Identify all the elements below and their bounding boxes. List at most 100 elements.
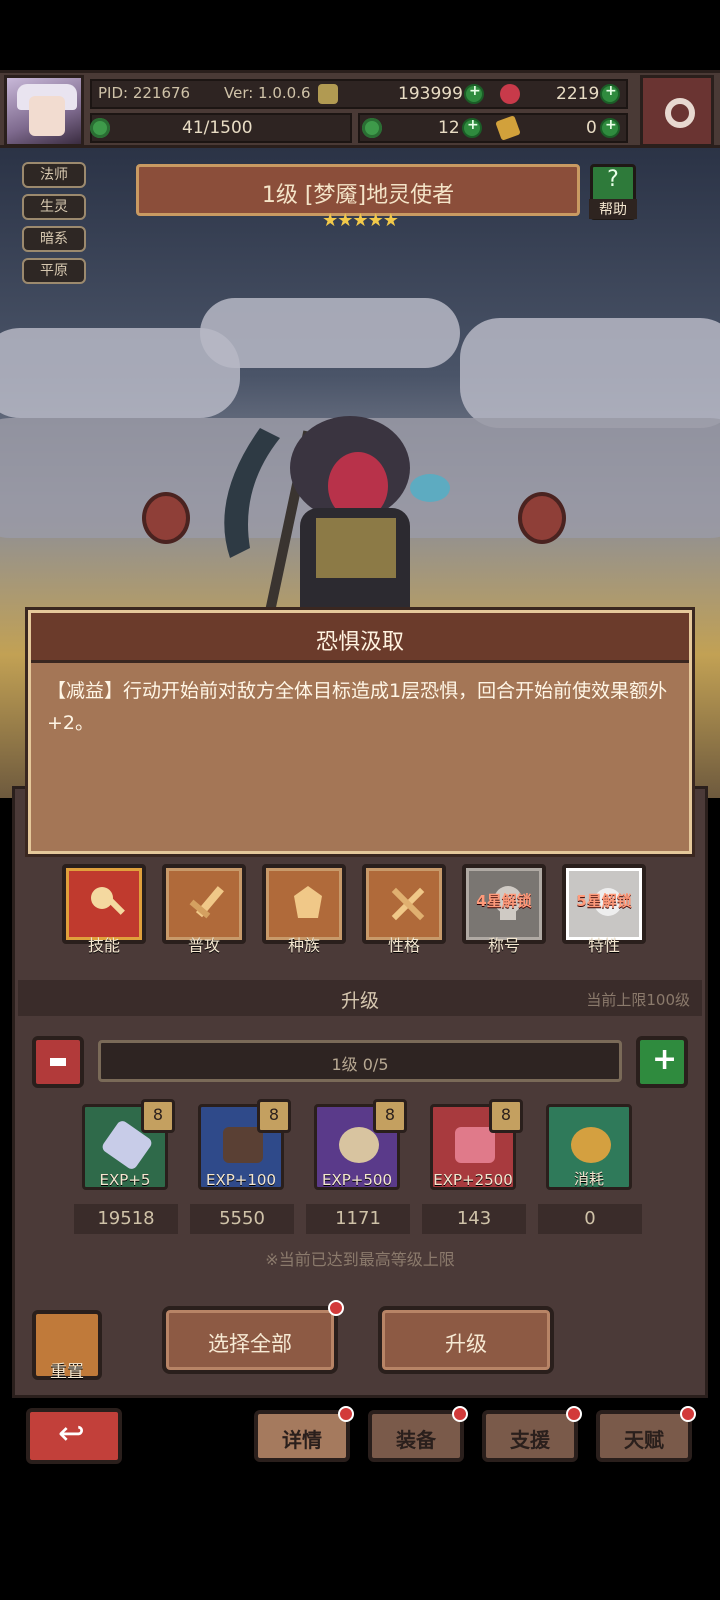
decrease-button[interactable] [32,1036,84,1088]
gem-icon [500,84,520,104]
cost-count: 0 [538,1204,642,1234]
help-label: 帮助 [589,199,637,219]
item-count: 143 [422,1204,526,1234]
add-gem-icon[interactable] [600,83,620,104]
stamp-amount: 0 [586,118,597,138]
popup-description: 【减益】行动开始前对敌方全体目标造成1层恐惧，回合开始前使效果额外+2。 [47,680,668,734]
reset-label: 重置 [50,1362,84,1382]
hero-tag-class: 法师 [22,162,86,188]
hero-name: 1级 [梦魇]地灵使者 [261,183,455,208]
next-hero-button[interactable] [518,492,566,544]
wood-icon [223,1127,263,1163]
coin-icon [571,1127,611,1163]
help-button[interactable]: ? 帮助 [589,164,637,220]
nav-equipment[interactable]: 装备 [368,1406,468,1462]
hero-name-banner: 1级 [梦魇]地灵使者 [136,164,580,216]
cloud [200,298,460,368]
stamp-icon [495,115,521,141]
tab-label: 种族 [287,936,320,955]
stamina-value: 41/1500 [182,118,253,138]
gear-icon [665,98,695,128]
item-badge: 8 [141,1099,175,1133]
item-exp: EXP+5 [99,1171,151,1189]
crossed-swords-icon [391,887,425,921]
item-count: 1171 [306,1204,410,1234]
upgrade-section-header: 升级 当前上限100级 [18,980,702,1016]
item-badge: 8 [489,1099,523,1133]
gold-amount: 193999 [398,84,463,104]
notification-dot [680,1406,696,1422]
add-gold-icon[interactable] [464,83,484,104]
item-exp: EXP+100 [206,1171,276,1189]
add-clover-icon[interactable] [462,117,482,138]
sword-icon [189,886,224,919]
spirit-flame [410,474,450,502]
back-button[interactable] [26,1408,122,1464]
exp-item-medium[interactable]: 8 EXP+100 [198,1099,291,1190]
add-stamp-icon[interactable] [600,117,620,138]
tab-label: 特性 [587,936,620,955]
player-id: PID: 221676 [98,84,191,102]
top-hud: PID: 221676 Ver: 1.0.0.6 193999 2219 41/… [0,70,720,148]
tab-normal-attack[interactable]: 普攻 [162,864,246,955]
meat-icon [455,1127,495,1163]
hero-tag-race: 生灵 [22,194,86,220]
nav-details[interactable]: 详情 [254,1406,354,1462]
hero-tag-terrain: 平原 [22,258,86,284]
unlock-requirement: 4星解锁 [476,892,532,910]
nav-talent[interactable]: 天赋 [596,1406,696,1462]
race-icon [294,886,322,918]
notification-dot [566,1406,582,1422]
cloud [460,318,720,428]
scythe-blade [224,428,280,558]
popup-header: 恐惧汲取 [31,613,689,663]
tab-trait[interactable]: 5星解锁 特性 [562,864,646,955]
tab-label: 称号 [487,936,520,955]
clover-amount: 12 [438,118,460,138]
item-badge: 8 [257,1099,291,1133]
stamina-bar: 41/1500 [90,113,352,143]
game-version: Ver: 1.0.0.6 [224,84,311,102]
exp-item-huge[interactable]: 8 EXP+2500 [430,1099,523,1190]
exp-item-small[interactable]: 8 EXP+5 [82,1099,175,1190]
settings-button[interactable] [640,75,714,147]
hero-tag-element: 暗系 [22,226,86,252]
exp-item-large[interactable]: 8 EXP+500 [314,1099,407,1190]
hud-resources-row: 12 0 [358,113,628,143]
tab-title[interactable]: 4星解锁 称号 [462,864,546,955]
upgrade-button[interactable]: 升级 [378,1306,554,1374]
notification-dot [452,1406,468,1422]
item-count: 19518 [74,1204,178,1234]
select-all-button[interactable]: 选择全部 [162,1300,344,1374]
gold-icon [318,84,338,104]
avatar-face [29,96,65,136]
item-count: 5550 [190,1204,294,1234]
unlock-requirement: 5星解锁 [576,892,632,910]
player-avatar[interactable] [4,75,84,147]
max-level-note: ※当前已达到最高等级上限 [265,1250,455,1269]
tab-skill[interactable]: 技能 [62,864,146,955]
nav-label: 支援 [510,1428,550,1452]
tab-label: 性格 [387,936,420,955]
clover-icon [362,118,382,138]
nav-support[interactable]: 支援 [482,1406,582,1462]
stamina-icon [90,118,110,138]
gem-amount: 2219 [556,84,600,104]
hud-info-row: PID: 221676 Ver: 1.0.0.6 193999 2219 [90,79,628,109]
hero-armor [316,518,396,578]
item-exp: EXP+500 [322,1171,392,1189]
detail-tabs: 技能 普攻 种族 性格 4星解锁 称号 5星解锁 特性 [60,864,660,960]
reset-button[interactable]: 重置 [32,1310,102,1382]
increase-button[interactable] [636,1036,688,1088]
notification-dot [338,1406,354,1422]
question-icon: ? [607,167,619,192]
cost-item: 消耗 [546,1104,632,1190]
prev-hero-button[interactable] [142,492,190,544]
item-badge: 8 [373,1099,407,1133]
select-all-label: 选择全部 [208,1332,292,1356]
tab-race[interactable]: 种族 [262,864,346,955]
tab-personality[interactable]: 性格 [362,864,446,955]
nav-label: 详情 [282,1428,322,1452]
tab-label: 技能 [87,936,120,955]
item-exp: 消耗 [573,1170,604,1188]
